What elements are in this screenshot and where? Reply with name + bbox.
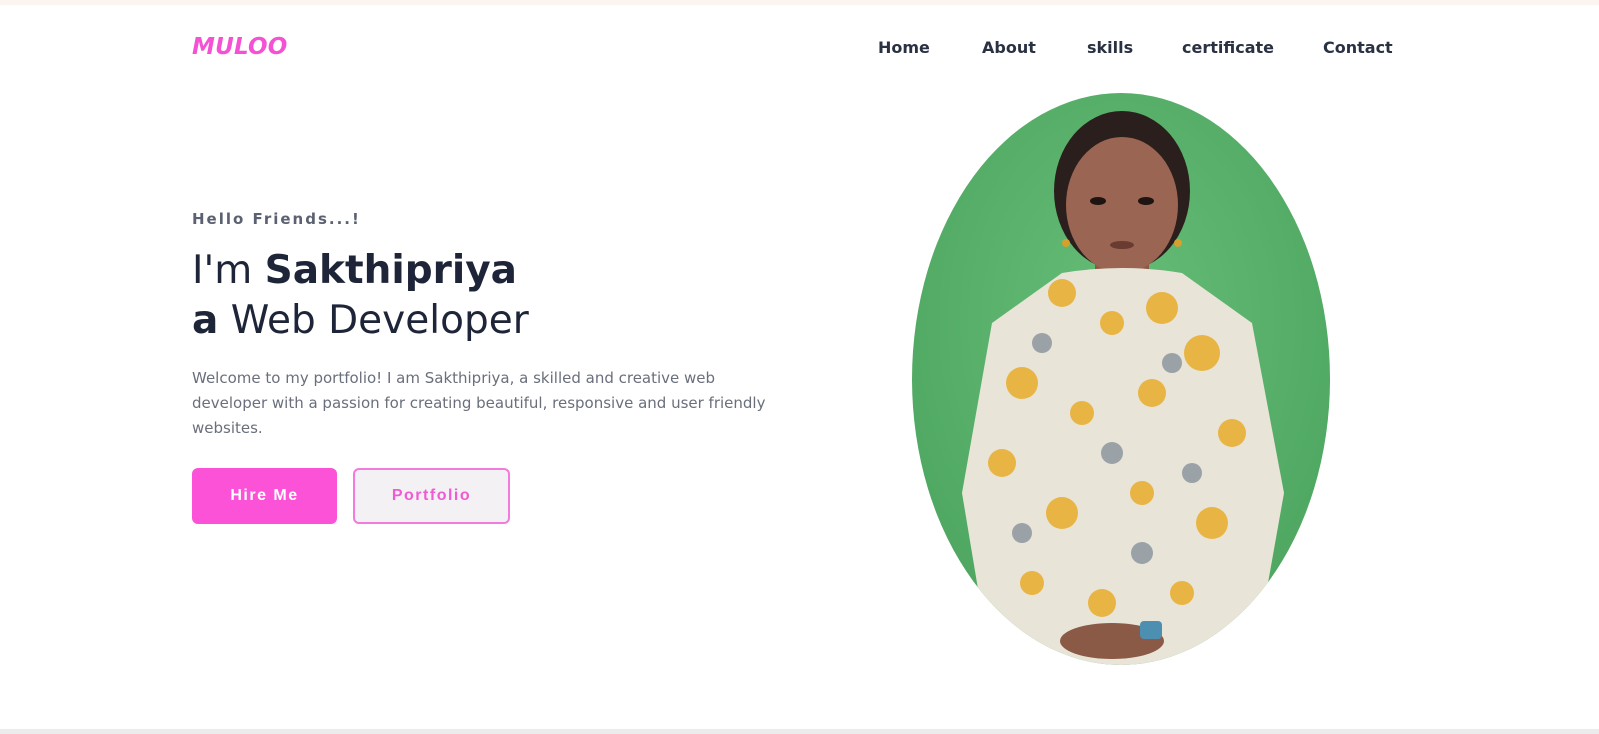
top-strip: [0, 0, 1599, 5]
nav-skills[interactable]: skills: [1087, 38, 1133, 57]
right-earring: [1174, 239, 1182, 247]
portfolio-button[interactable]: Portfolio: [353, 468, 510, 524]
hero-headline: I'm Sakthipriya a Web Developer: [192, 246, 792, 346]
main-nav: Home About skills certificate Contact: [0, 38, 1599, 62]
headline-role: Web Developer: [218, 298, 529, 343]
left-earring: [1062, 239, 1070, 247]
bottom-strip: [0, 729, 1599, 734]
left-eye: [1090, 197, 1106, 205]
hire-me-button[interactable]: Hire Me: [192, 468, 337, 524]
portrait-photo: [912, 93, 1330, 665]
headline-article: a: [192, 298, 219, 343]
mouth: [1110, 241, 1134, 249]
nav-home[interactable]: Home: [878, 38, 930, 57]
hero-intro: Welcome to my portfolio! I am Sakthipriy…: [192, 369, 766, 437]
hero-section: Hello Friends...! I'm Sakthipriya a Web …: [192, 210, 792, 441]
hero-greeting: Hello Friends...!: [192, 210, 361, 228]
right-eye: [1138, 197, 1154, 205]
profile-portrait: [912, 93, 1330, 665]
nav-about[interactable]: About: [982, 38, 1036, 57]
wristwatch: [1140, 621, 1162, 639]
nav-contact[interactable]: Contact: [1323, 38, 1393, 57]
headline-prefix: I'm: [192, 248, 265, 293]
face-shape: [1066, 137, 1178, 273]
headline-name: Sakthipriya: [264, 248, 518, 293]
nav-certificate[interactable]: certificate: [1182, 38, 1274, 57]
